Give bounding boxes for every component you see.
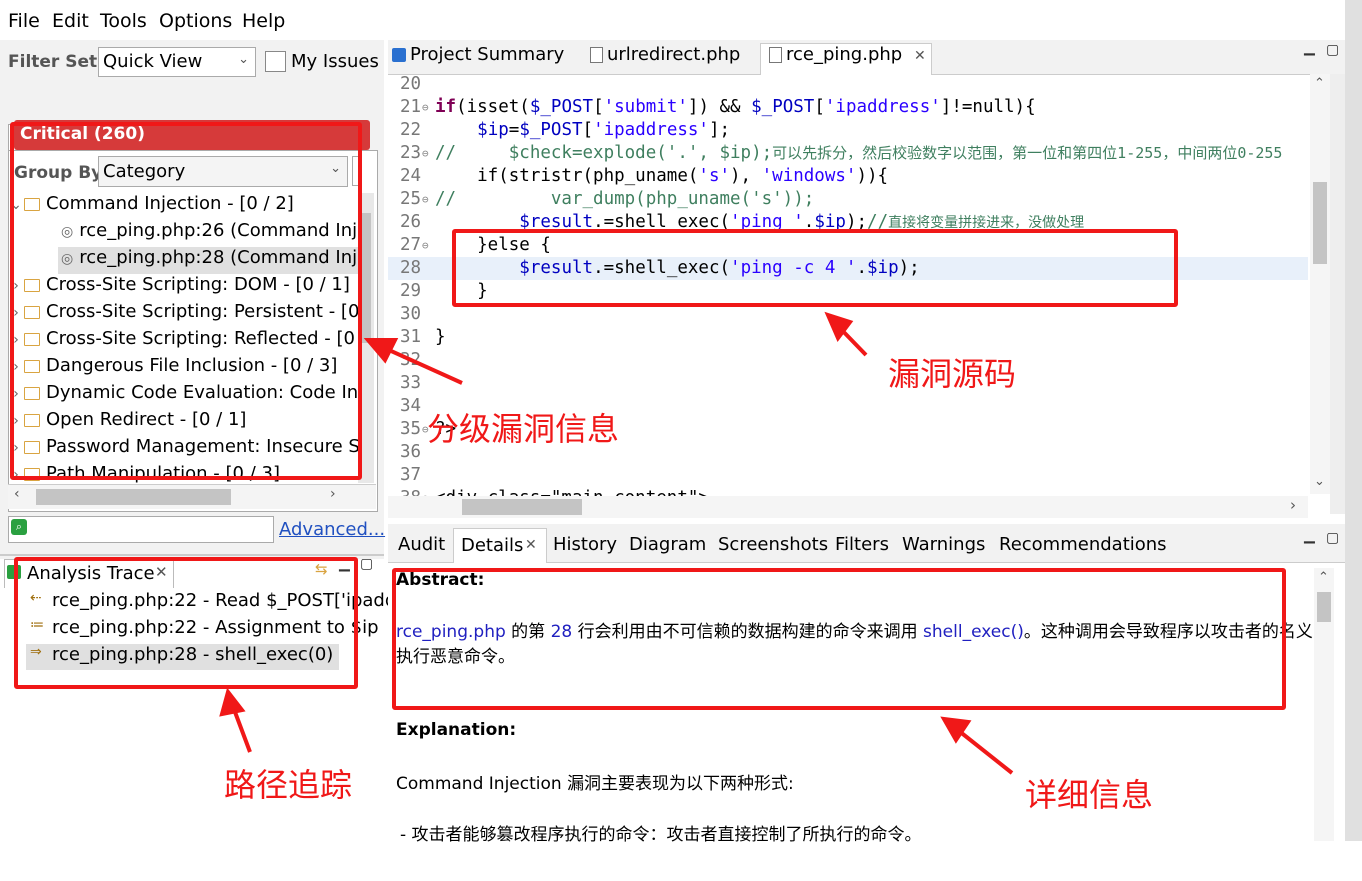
annotation-trace: 路径追踪	[224, 766, 353, 804]
annotation-graded: 分级漏洞信息	[427, 410, 620, 448]
annotation-arrows	[219, 311, 1014, 775]
arrow-head-trace	[219, 687, 246, 717]
arrow-head-graded	[363, 338, 399, 364]
arrow-detail	[952, 725, 1014, 775]
arrow-graded	[379, 344, 463, 385]
window-edge	[1345, 0, 1362, 841]
annotation-detail: 详细信息	[1025, 776, 1154, 814]
annotation-source: 漏洞源码	[888, 355, 1017, 393]
